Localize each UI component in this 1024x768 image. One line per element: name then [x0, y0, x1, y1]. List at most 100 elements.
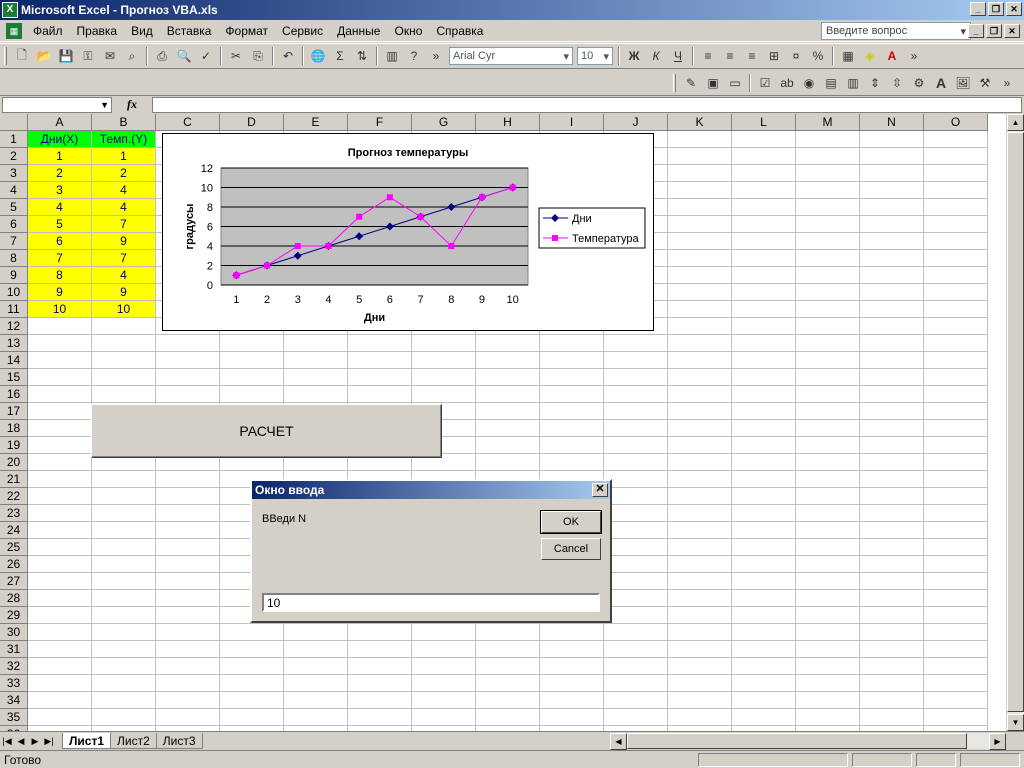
workbook-restore-button[interactable]: ❐	[986, 24, 1002, 38]
cell-f13[interactable]	[348, 335, 412, 352]
cell-m16[interactable]	[796, 386, 860, 403]
scroll-left-icon[interactable]: ◀	[610, 733, 627, 750]
cell-b27[interactable]	[92, 573, 156, 590]
cell-j29[interactable]	[604, 607, 668, 624]
cell-b1[interactable]: Темп.(Y)	[92, 131, 156, 148]
cell-e16[interactable]	[284, 386, 348, 403]
cell-o13[interactable]	[924, 335, 988, 352]
cell-m3[interactable]	[796, 165, 860, 182]
cell-l26[interactable]	[732, 556, 796, 573]
cell-f15[interactable]	[348, 369, 412, 386]
row-header[interactable]: 13	[0, 335, 28, 352]
restore-button[interactable]: ❐	[988, 2, 1004, 16]
row-header[interactable]: 27	[0, 573, 28, 590]
row-header[interactable]: 20	[0, 454, 28, 471]
cell-j21[interactable]	[604, 471, 668, 488]
cell-m5[interactable]	[796, 199, 860, 216]
cell-j18[interactable]	[604, 420, 668, 437]
row-header[interactable]: 30	[0, 624, 28, 641]
cell-l30[interactable]	[732, 624, 796, 641]
select-all-corner[interactable]	[0, 114, 28, 131]
cell-m32[interactable]	[796, 658, 860, 675]
column-header-n[interactable]: N	[860, 114, 924, 131]
cell-n17[interactable]	[860, 403, 924, 420]
underline-button[interactable]: Ч	[667, 45, 689, 67]
cell-o18[interactable]	[924, 420, 988, 437]
cell-o23[interactable]	[924, 505, 988, 522]
cell-l24[interactable]	[732, 522, 796, 539]
cell-j25[interactable]	[604, 539, 668, 556]
cell-m18[interactable]	[796, 420, 860, 437]
cell-b31[interactable]	[92, 641, 156, 658]
align-center-icon[interactable]: ≡	[719, 45, 741, 67]
help-icon[interactable]: ?	[403, 45, 425, 67]
cell-l6[interactable]	[732, 216, 796, 233]
vertical-scrollbar[interactable]: ▲ ▼	[1006, 114, 1024, 731]
cell-j34[interactable]	[604, 692, 668, 709]
cell-d32[interactable]	[220, 658, 284, 675]
cell-m12[interactable]	[796, 318, 860, 335]
row-header[interactable]: 32	[0, 658, 28, 675]
cell-k12[interactable]	[668, 318, 732, 335]
cell-n1[interactable]	[860, 131, 924, 148]
cell-i20[interactable]	[540, 454, 604, 471]
cell-b8[interactable]: 7	[92, 250, 156, 267]
column-header-a[interactable]: A	[28, 114, 92, 131]
cell-i13[interactable]	[540, 335, 604, 352]
cell-k27[interactable]	[668, 573, 732, 590]
column-header-i[interactable]: I	[540, 114, 604, 131]
cell-m24[interactable]	[796, 522, 860, 539]
cell-i18[interactable]	[540, 420, 604, 437]
cell-d34[interactable]	[220, 692, 284, 709]
cell-o33[interactable]	[924, 675, 988, 692]
cell-k28[interactable]	[668, 590, 732, 607]
cell-c16[interactable]	[156, 386, 220, 403]
cell-n30[interactable]	[860, 624, 924, 641]
cell-o6[interactable]	[924, 216, 988, 233]
cell-f30[interactable]	[348, 624, 412, 641]
cell-b4[interactable]: 4	[92, 182, 156, 199]
undo-icon[interactable]: ↶	[277, 45, 299, 67]
cell-l34[interactable]	[732, 692, 796, 709]
cell-e14[interactable]	[284, 352, 348, 369]
cell-l14[interactable]	[732, 352, 796, 369]
cell-n13[interactable]	[860, 335, 924, 352]
cell-e35[interactable]	[284, 709, 348, 726]
cell-i16[interactable]	[540, 386, 604, 403]
cell-b16[interactable]	[92, 386, 156, 403]
row-header[interactable]: 11	[0, 301, 28, 318]
cell-a29[interactable]	[28, 607, 92, 624]
cell-a7[interactable]: 6	[28, 233, 92, 250]
cell-o9[interactable]	[924, 267, 988, 284]
cell-d15[interactable]	[220, 369, 284, 386]
cell-i35[interactable]	[540, 709, 604, 726]
cell-j32[interactable]	[604, 658, 668, 675]
cell-o14[interactable]	[924, 352, 988, 369]
cell-a26[interactable]	[28, 556, 92, 573]
cell-a23[interactable]	[28, 505, 92, 522]
cell-j22[interactable]	[604, 488, 668, 505]
cell-h30[interactable]	[476, 624, 540, 641]
cell-b2[interactable]: 1	[92, 148, 156, 165]
cell-e33[interactable]	[284, 675, 348, 692]
cell-m35[interactable]	[796, 709, 860, 726]
cell-k8[interactable]	[668, 250, 732, 267]
cell-h18[interactable]	[476, 420, 540, 437]
cut-icon[interactable]: ✂	[225, 45, 247, 67]
cell-b3[interactable]: 2	[92, 165, 156, 182]
cell-a31[interactable]	[28, 641, 92, 658]
menu-insert[interactable]: Вставка	[160, 24, 219, 38]
cell-j23[interactable]	[604, 505, 668, 522]
cell-n6[interactable]	[860, 216, 924, 233]
cell-o17[interactable]	[924, 403, 988, 420]
cell-l35[interactable]	[732, 709, 796, 726]
cell-f33[interactable]	[348, 675, 412, 692]
row-header[interactable]: 17	[0, 403, 28, 420]
text-icon[interactable]: A	[930, 72, 952, 94]
cell-k15[interactable]	[668, 369, 732, 386]
cell-c15[interactable]	[156, 369, 220, 386]
cell-k18[interactable]	[668, 420, 732, 437]
row-header[interactable]: 24	[0, 522, 28, 539]
cell-j20[interactable]	[604, 454, 668, 471]
cell-l27[interactable]	[732, 573, 796, 590]
